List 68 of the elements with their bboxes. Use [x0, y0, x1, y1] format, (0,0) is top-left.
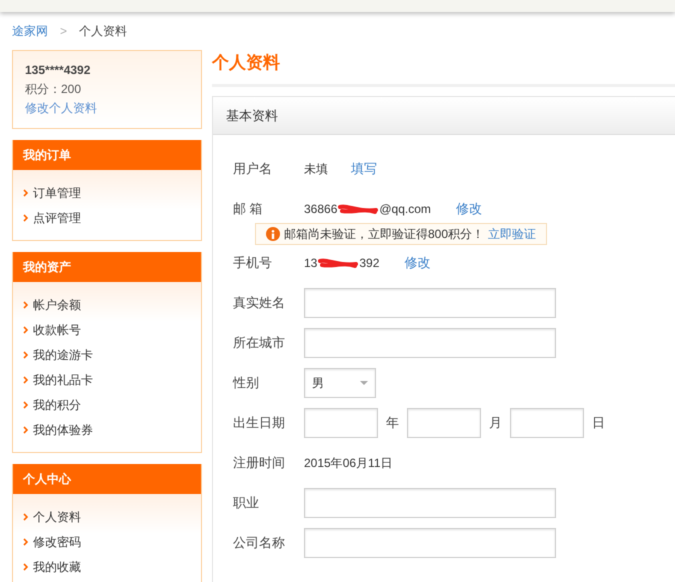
sidebar-item[interactable]: 我的积分	[13, 392, 91, 417]
field-label: 注册时间	[233, 454, 286, 472]
field-label: 所在城市	[233, 334, 286, 352]
user-name: 135****4392	[25, 62, 90, 79]
chevron-icon	[23, 326, 28, 334]
field-label: 用户名	[233, 160, 273, 178]
edit-link[interactable]: 修改	[404, 253, 430, 273]
sidebar-item[interactable]: 修改密码	[13, 529, 91, 554]
points-text: 积分：200	[25, 81, 82, 98]
field-value: @qq.com	[379, 201, 431, 218]
field-value: 13	[304, 255, 318, 272]
gender-select[interactable]: 男	[304, 368, 376, 398]
chevron-icon	[23, 538, 28, 546]
field-label: 手机号	[233, 254, 273, 272]
date-input-field[interactable]	[407, 408, 481, 438]
field-value: 392	[359, 255, 380, 272]
sidebar-item[interactable]: 我的体验券	[13, 417, 103, 442]
sidebar-item[interactable]: 收款帐号	[13, 317, 91, 342]
sidebar-item[interactable]: 帐户余额	[13, 292, 91, 317]
chevron-icon	[23, 562, 28, 570]
breadcrumb-separator: >	[60, 23, 68, 40]
input-field[interactable]	[304, 488, 556, 518]
field-value: 2015年06月11日	[304, 455, 392, 472]
field-label: 性别	[233, 374, 260, 392]
field-value: 未填	[304, 161, 328, 178]
breadcrumb-current: 个人资料	[79, 23, 128, 40]
panel-title: 基本资料	[226, 106, 278, 125]
sidebar-item[interactable]: 我的途游卡	[13, 342, 103, 367]
sidebar-heading: 我的资产	[23, 259, 71, 276]
sidebar-heading: 我的订单	[23, 147, 71, 164]
chevron-icon	[23, 350, 28, 358]
date-input-field[interactable]	[510, 408, 584, 438]
redaction-mark	[318, 257, 358, 269]
verify-now-link[interactable]: 立即验证	[488, 225, 536, 243]
chevron-icon	[23, 300, 28, 308]
dropdown-caret-icon	[360, 381, 368, 385]
chevron-icon	[23, 400, 28, 408]
edit-link[interactable]: 修改	[456, 199, 482, 219]
chevron-icon	[23, 426, 28, 434]
sidebar-item[interactable]: 个人资料	[13, 504, 91, 529]
chevron-icon	[23, 188, 28, 196]
field-label: 职业	[233, 494, 260, 512]
chevron-icon	[23, 376, 28, 384]
notice-text: 邮箱尚未验证，立即验证得800积分！	[284, 226, 484, 243]
date-unit-label: 年	[385, 414, 400, 432]
field-label: 真实姓名	[233, 294, 286, 312]
fill-in-link[interactable]: 填写	[351, 159, 377, 179]
date-input-field[interactable]	[304, 408, 378, 438]
input-field[interactable]	[304, 328, 556, 358]
chevron-icon	[23, 214, 28, 222]
field-label: 邮 箱	[233, 200, 264, 218]
info-icon	[266, 227, 280, 241]
sidebar-item[interactable]: 我的收藏	[13, 554, 91, 579]
field-value: 36866	[304, 201, 338, 218]
page-title: 个人资料	[212, 52, 281, 74]
sidebar-item[interactable]: 我的礼品卡	[13, 367, 103, 392]
date-unit-label: 月	[488, 414, 503, 432]
sidebar-heading: 个人中心	[23, 471, 71, 488]
sidebar-item[interactable]: 点评管理	[13, 205, 91, 230]
redaction-mark	[338, 203, 378, 215]
input-field[interactable]	[304, 288, 556, 318]
date-unit-label: 日	[591, 414, 606, 432]
field-label: 公司名称	[233, 534, 286, 552]
breadcrumb-link[interactable]: 途家网	[12, 22, 48, 40]
sidebar-item[interactable]: 订单管理	[13, 180, 91, 205]
field-label: 出生日期	[233, 414, 286, 432]
input-field[interactable]	[304, 528, 556, 558]
chevron-icon	[23, 512, 28, 520]
